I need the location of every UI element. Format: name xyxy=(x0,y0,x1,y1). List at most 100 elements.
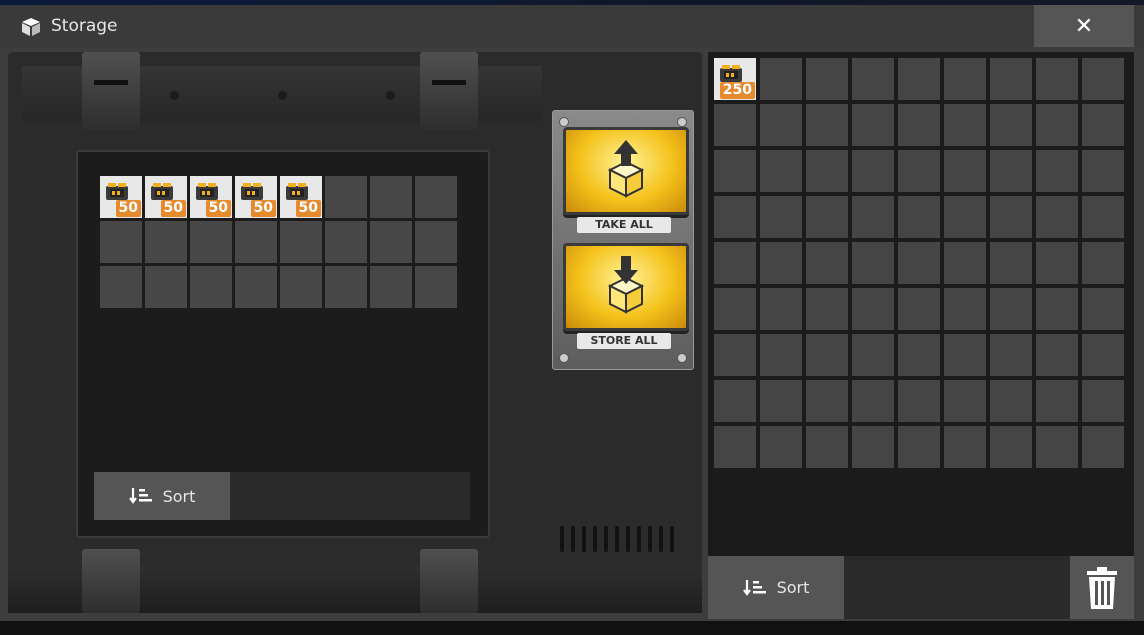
storage-slot[interactable] xyxy=(190,266,232,308)
inventory-slot[interactable] xyxy=(760,150,802,192)
inventory-slot[interactable] xyxy=(990,426,1032,468)
storage-slot[interactable] xyxy=(280,266,322,308)
inventory-slot[interactable] xyxy=(898,288,940,330)
inventory-slot[interactable] xyxy=(1082,426,1124,468)
inventory-slot[interactable] xyxy=(944,104,986,146)
inventory-slot[interactable]: 250 xyxy=(714,58,756,100)
inventory-slot[interactable] xyxy=(714,380,756,422)
inventory-slot[interactable] xyxy=(714,150,756,192)
inventory-slot[interactable] xyxy=(1082,196,1124,238)
inventory-slot[interactable] xyxy=(898,150,940,192)
inventory-slot[interactable] xyxy=(806,426,848,468)
inventory-slot[interactable] xyxy=(760,104,802,146)
storage-slot[interactable]: 50 xyxy=(280,176,322,218)
inventory-slot[interactable] xyxy=(852,426,894,468)
inventory-slot[interactable] xyxy=(806,196,848,238)
inventory-slot[interactable] xyxy=(714,242,756,284)
trash-button[interactable] xyxy=(1070,556,1134,619)
inventory-slot[interactable] xyxy=(1036,242,1078,284)
inventory-slot[interactable] xyxy=(852,104,894,146)
inventory-slot[interactable] xyxy=(990,58,1032,100)
inventory-slot[interactable] xyxy=(714,426,756,468)
inventory-slot[interactable] xyxy=(760,196,802,238)
storage-slot[interactable] xyxy=(415,221,457,263)
take-all-button[interactable] xyxy=(563,127,689,215)
inventory-slot[interactable] xyxy=(944,58,986,100)
storage-slot[interactable] xyxy=(370,176,412,218)
inventory-slot[interactable] xyxy=(944,150,986,192)
inventory-slot[interactable] xyxy=(1082,242,1124,284)
inventory-slot[interactable] xyxy=(760,242,802,284)
storage-slot[interactable] xyxy=(100,221,142,263)
inventory-slot[interactable] xyxy=(1082,288,1124,330)
storage-slot[interactable] xyxy=(235,266,277,308)
inventory-slot[interactable] xyxy=(760,380,802,422)
inventory-slot[interactable] xyxy=(852,242,894,284)
inventory-slot[interactable] xyxy=(852,380,894,422)
inventory-slot[interactable] xyxy=(1082,150,1124,192)
inventory-slot[interactable] xyxy=(1036,58,1078,100)
inventory-sort-button[interactable]: Sort xyxy=(708,556,844,619)
inventory-slot[interactable] xyxy=(898,334,940,376)
inventory-slot[interactable] xyxy=(944,426,986,468)
inventory-slot[interactable] xyxy=(990,196,1032,238)
storage-slot[interactable]: 50 xyxy=(145,176,187,218)
storage-slot[interactable] xyxy=(145,221,187,263)
inventory-slot[interactable] xyxy=(852,150,894,192)
inventory-slot[interactable] xyxy=(714,288,756,330)
inventory-slot[interactable] xyxy=(714,334,756,376)
inventory-slot[interactable] xyxy=(1036,150,1078,192)
inventory-slot[interactable] xyxy=(760,334,802,376)
storage-slot[interactable] xyxy=(370,221,412,263)
close-button[interactable]: ✕ xyxy=(1034,5,1134,47)
storage-slot[interactable] xyxy=(325,221,367,263)
inventory-slot[interactable] xyxy=(806,150,848,192)
inventory-slot[interactable] xyxy=(852,196,894,238)
inventory-slot[interactable] xyxy=(1082,380,1124,422)
inventory-slot[interactable] xyxy=(898,426,940,468)
inventory-slot[interactable] xyxy=(1036,288,1078,330)
inventory-slot[interactable] xyxy=(944,196,986,238)
inventory-slot[interactable] xyxy=(806,58,848,100)
storage-slot[interactable] xyxy=(370,266,412,308)
inventory-slot[interactable] xyxy=(806,288,848,330)
inventory-slot[interactable] xyxy=(1036,104,1078,146)
storage-slot[interactable]: 50 xyxy=(190,176,232,218)
storage-slot[interactable] xyxy=(280,221,322,263)
inventory-slot[interactable] xyxy=(1036,196,1078,238)
storage-slot[interactable] xyxy=(190,221,232,263)
inventory-slot[interactable] xyxy=(898,104,940,146)
storage-slot[interactable] xyxy=(100,266,142,308)
inventory-slot[interactable] xyxy=(714,104,756,146)
inventory-slot[interactable] xyxy=(806,104,848,146)
storage-slot[interactable]: 50 xyxy=(235,176,277,218)
inventory-slot[interactable] xyxy=(944,288,986,330)
inventory-slot[interactable] xyxy=(1082,104,1124,146)
inventory-slot[interactable] xyxy=(760,288,802,330)
inventory-slot[interactable] xyxy=(990,380,1032,422)
storage-slot[interactable]: 50 xyxy=(100,176,142,218)
storage-slot[interactable] xyxy=(415,176,457,218)
inventory-slot[interactable] xyxy=(714,196,756,238)
inventory-slot[interactable] xyxy=(990,104,1032,146)
inventory-slot[interactable] xyxy=(1082,58,1124,100)
inventory-slot[interactable] xyxy=(806,380,848,422)
inventory-slot[interactable] xyxy=(898,58,940,100)
storage-slot[interactable] xyxy=(415,266,457,308)
inventory-slot[interactable] xyxy=(944,380,986,422)
inventory-slot[interactable] xyxy=(760,426,802,468)
inventory-slot[interactable] xyxy=(852,334,894,376)
inventory-slot[interactable] xyxy=(760,58,802,100)
inventory-slot[interactable] xyxy=(1082,334,1124,376)
inventory-slot[interactable] xyxy=(944,242,986,284)
inventory-slot[interactable] xyxy=(852,288,894,330)
inventory-slot[interactable] xyxy=(990,288,1032,330)
storage-slot[interactable] xyxy=(325,266,367,308)
inventory-slot[interactable] xyxy=(990,150,1032,192)
inventory-slot[interactable] xyxy=(898,196,940,238)
inventory-slot[interactable] xyxy=(944,334,986,376)
storage-slot[interactable] xyxy=(145,266,187,308)
inventory-slot[interactable] xyxy=(806,242,848,284)
store-all-button[interactable] xyxy=(563,243,689,331)
storage-slot[interactable] xyxy=(325,176,367,218)
